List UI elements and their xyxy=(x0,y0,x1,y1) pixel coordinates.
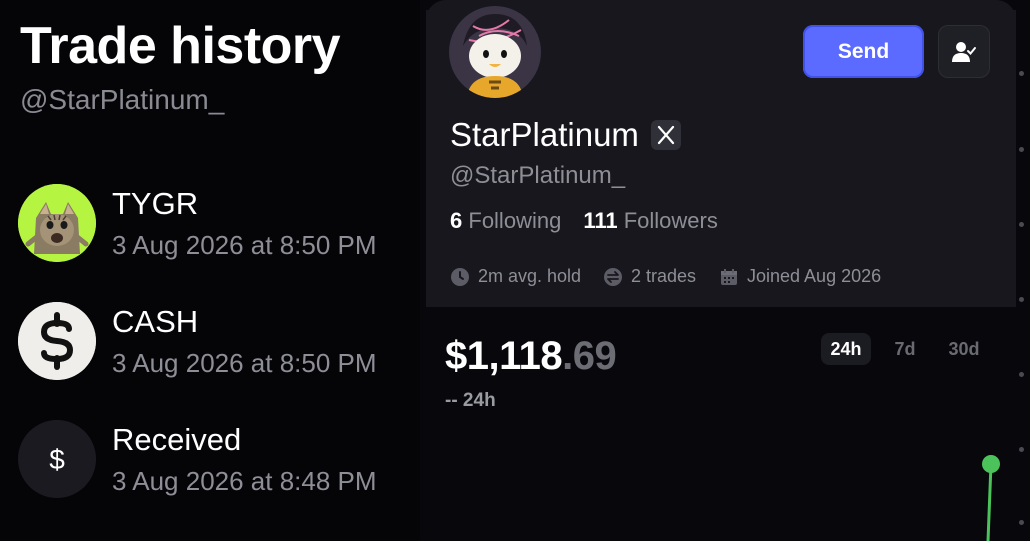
dollar-icon: $ xyxy=(18,420,96,498)
portfolio-change: -- 24h xyxy=(445,390,496,411)
x-logo-icon[interactable] xyxy=(651,120,681,150)
trades-stat: 2 trades xyxy=(603,266,696,287)
scroll-indicator-dot xyxy=(1019,520,1024,525)
trade-item-tygr[interactable]: TYGR 3 Aug 2026 at 8:50 PM xyxy=(18,184,418,266)
swap-icon xyxy=(604,267,622,286)
trade-item-cash[interactable]: CASH 3 Aug 2026 at 8:50 PM xyxy=(18,302,418,384)
trade-item-received[interactable]: $ Received 3 Aug 2026 at 8:48 PM xyxy=(18,420,418,502)
avg-hold-stat: 2m avg. hold xyxy=(450,266,581,287)
follow-stats: 6 Following 111 Followers xyxy=(450,208,718,234)
chart-line xyxy=(986,463,993,541)
page-title: Trade history xyxy=(20,17,341,75)
scroll-indicator-dot xyxy=(1019,372,1024,377)
cash-token-icon xyxy=(18,302,96,380)
trade-history-panel: Trade history @StarPlatinum_ TYGR 3 Aug … xyxy=(0,0,420,541)
followers-link[interactable]: 111 Followers xyxy=(583,208,718,233)
tab-30d[interactable]: 30d xyxy=(940,333,988,365)
trade-item-name: CASH xyxy=(112,304,199,339)
scroll-indicator-dot xyxy=(1019,222,1024,227)
scroll-indicator-dot xyxy=(1019,71,1024,76)
svg-text:$: $ xyxy=(49,444,65,475)
follow-button[interactable] xyxy=(938,25,990,78)
calendar-icon xyxy=(721,268,737,285)
trade-item-time: 3 Aug 2026 at 8:50 PM xyxy=(112,348,377,378)
trade-item-name: Received xyxy=(112,422,242,457)
user-handle: @StarPlatinum_ xyxy=(20,84,225,115)
avatar[interactable] xyxy=(449,6,541,98)
send-button[interactable]: Send xyxy=(803,25,924,78)
clock-icon xyxy=(451,267,469,286)
trade-item-time: 3 Aug 2026 at 8:48 PM xyxy=(112,466,377,496)
tab-7d[interactable]: 7d xyxy=(884,333,926,365)
joined-stat: Joined Aug 2026 xyxy=(719,266,881,287)
scroll-indicator-dot xyxy=(1019,297,1024,302)
profile-name: StarPlatinum xyxy=(450,116,639,153)
scroll-indicator-dot xyxy=(1019,447,1024,452)
portfolio-balance: $1,118.69 xyxy=(445,334,617,378)
trade-item-name: TYGR xyxy=(112,186,199,221)
tab-24h[interactable]: 24h xyxy=(821,333,871,365)
profile-handle: @StarPlatinum_ xyxy=(450,162,626,189)
scroll-indicator-dot xyxy=(1019,147,1024,152)
following-link[interactable]: 6 Following xyxy=(450,208,561,233)
chart-current-point xyxy=(982,455,1000,473)
cat-token-icon xyxy=(18,184,96,262)
trade-item-time: 3 Aug 2026 at 8:50 PM xyxy=(112,230,377,260)
